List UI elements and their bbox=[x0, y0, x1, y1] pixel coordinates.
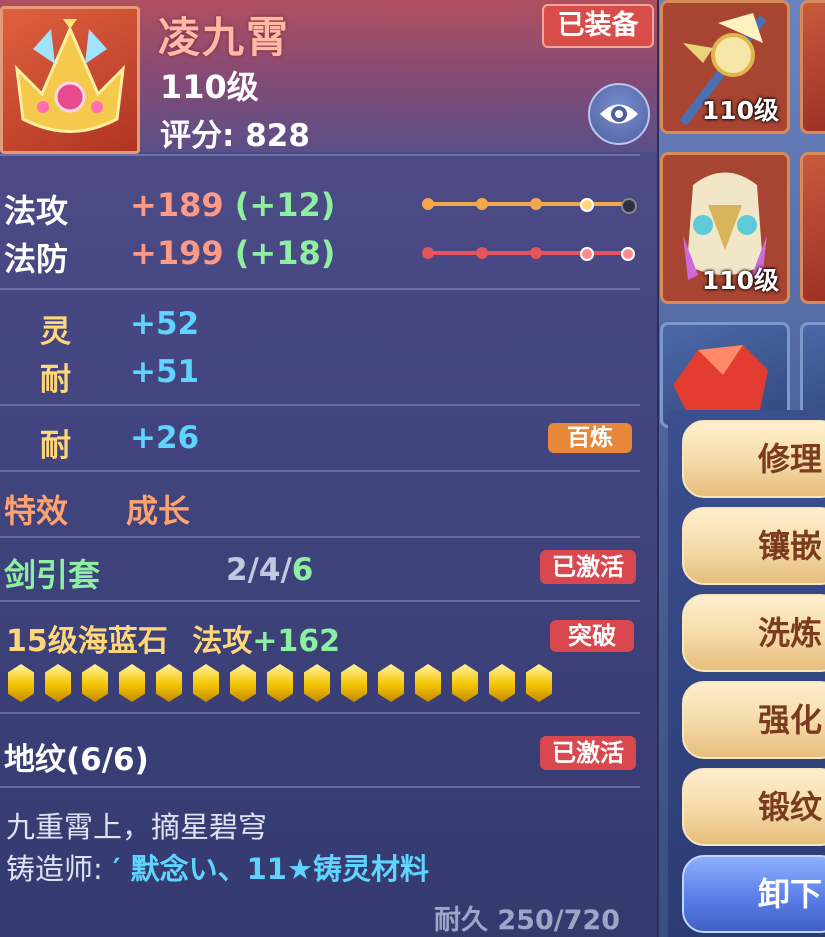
unequip-button[interactable]: 卸下 bbox=[682, 855, 825, 933]
enhance-button[interactable]: 强化 bbox=[682, 681, 825, 759]
magic-defense-progress-track bbox=[422, 247, 635, 261]
maker-row: 铸造师: ′ 默念い、11★铸灵材料 bbox=[6, 846, 429, 888]
progress-node bbox=[422, 247, 434, 259]
wash-button[interactable]: 洗炼 bbox=[682, 594, 825, 672]
gem-icon bbox=[304, 664, 330, 702]
stat-base-value: +199 bbox=[130, 234, 224, 272]
maker-name: ′ 默念い、11★铸灵材料 bbox=[112, 852, 429, 886]
inventory-slot-armor[interactable]: 110级 bbox=[660, 152, 790, 304]
crown-icon bbox=[14, 19, 126, 133]
gem-icon bbox=[341, 664, 367, 702]
progress-node bbox=[621, 247, 635, 261]
gem-stat-label: 法攻 bbox=[192, 624, 253, 659]
gem-icon bbox=[119, 664, 145, 702]
inlay-button[interactable]: 镶嵌 bbox=[682, 507, 825, 585]
gem-row: 15级海蓝石 法攻+162 bbox=[6, 616, 340, 660]
earth-pattern-badge: 已激活 bbox=[540, 736, 636, 770]
set-progress-inactive: 2/4/ bbox=[226, 552, 292, 588]
gem-icon bbox=[45, 664, 71, 702]
stat-label-endurance: 耐 bbox=[40, 362, 71, 398]
divider bbox=[0, 470, 640, 472]
gem-icon bbox=[8, 664, 34, 702]
stat-value-endurance: +51 bbox=[130, 354, 200, 390]
inventory-slot-level: 110级 bbox=[701, 266, 779, 295]
maker-label: 铸造师: bbox=[6, 852, 103, 886]
set-name: 剑引套 bbox=[4, 556, 101, 594]
gem-stat-value: +162 bbox=[252, 624, 340, 659]
item-detail-panel: 凌九霄 110级 评分: 828 已装备 法攻 +189 (+12) 法防 +1… bbox=[0, 0, 659, 937]
forge-pattern-button[interactable]: 锻纹 bbox=[682, 768, 825, 846]
set-progress-active: 6 bbox=[291, 552, 314, 588]
repair-button[interactable]: 修理 bbox=[682, 420, 825, 498]
gem-icon bbox=[378, 664, 404, 702]
progress-node bbox=[476, 247, 488, 259]
stat-bonus-value: (+12) bbox=[234, 186, 336, 224]
set-activated-badge: 已激活 bbox=[540, 550, 636, 584]
inventory-slot-partial[interactable] bbox=[800, 152, 825, 304]
gem-icon bbox=[156, 664, 182, 702]
refine-badge: 百炼 bbox=[548, 423, 632, 453]
item-score-label: 评分: bbox=[160, 118, 235, 154]
magic-attack-progress-track bbox=[422, 198, 637, 214]
item-name: 凌九霄 bbox=[158, 13, 291, 62]
gem-icon bbox=[415, 664, 441, 702]
gem-name: 15级海蓝石 bbox=[6, 624, 168, 659]
item-score: 评分: 828 bbox=[160, 110, 310, 155]
stat-base-value: +189 bbox=[130, 186, 224, 224]
refine-stat-label: 耐 bbox=[40, 428, 71, 464]
progress-node bbox=[422, 198, 434, 210]
divider bbox=[0, 712, 640, 714]
eye-icon bbox=[600, 104, 638, 124]
gem-icon bbox=[230, 664, 256, 702]
stat-value-magic-defense: +199 (+18) bbox=[130, 234, 335, 272]
stat-bonus-value: (+18) bbox=[234, 234, 336, 272]
gem-icon bbox=[82, 664, 108, 702]
progress-node bbox=[580, 247, 594, 261]
earth-pattern-label: 地纹(6/6) bbox=[4, 742, 149, 778]
divider bbox=[0, 404, 640, 406]
refine-stat-value: +26 bbox=[130, 420, 200, 456]
item-score-value: 828 bbox=[245, 118, 310, 154]
stat-label-spirit: 灵 bbox=[40, 314, 71, 350]
inventory-slot-level: 110级 bbox=[701, 96, 779, 125]
divider bbox=[0, 154, 640, 156]
item-level: 110级 bbox=[160, 68, 259, 106]
equipped-badge: 已装备 bbox=[542, 4, 654, 48]
stat-label-magic-defense: 法防 bbox=[4, 240, 69, 278]
special-effect-label: 特效 bbox=[4, 492, 69, 530]
gem-icon bbox=[193, 664, 219, 702]
gem-icon bbox=[267, 664, 293, 702]
inventory-slot-weapon[interactable]: 110级 bbox=[660, 0, 790, 134]
breakthrough-badge: 突破 bbox=[550, 620, 634, 652]
gem-icon bbox=[489, 664, 515, 702]
inventory-slot-partial[interactable] bbox=[800, 0, 825, 134]
durability: 耐久 250/720 bbox=[434, 905, 620, 936]
divider bbox=[0, 536, 640, 538]
divider bbox=[0, 288, 640, 290]
gem-icon bbox=[452, 664, 478, 702]
stat-value-magic-attack: +189 (+12) bbox=[130, 186, 335, 224]
progress-node bbox=[530, 198, 542, 210]
progress-node bbox=[530, 247, 542, 259]
progress-node bbox=[476, 198, 488, 210]
divider bbox=[0, 600, 640, 602]
gem-slots bbox=[8, 664, 552, 702]
progress-node-empty bbox=[621, 198, 637, 214]
gem-icon bbox=[526, 664, 552, 702]
progress-node bbox=[580, 198, 594, 212]
item-icon bbox=[0, 6, 140, 154]
special-effect-value: 成长 bbox=[126, 492, 191, 530]
divider bbox=[0, 786, 640, 788]
equipment-screen: 110级 110级 修理 镶嵌 洗炼 强化 锻纹 卸下 凌九霄 110级 评分:… bbox=[0, 0, 825, 937]
stat-label-magic-attack: 法攻 bbox=[4, 192, 69, 230]
stat-value-spirit: +52 bbox=[130, 306, 200, 342]
item-description: 九重霄上，摘星碧穹 bbox=[6, 810, 268, 844]
preview-button[interactable] bbox=[588, 83, 650, 145]
set-progress: 2/4/6 bbox=[226, 552, 313, 588]
